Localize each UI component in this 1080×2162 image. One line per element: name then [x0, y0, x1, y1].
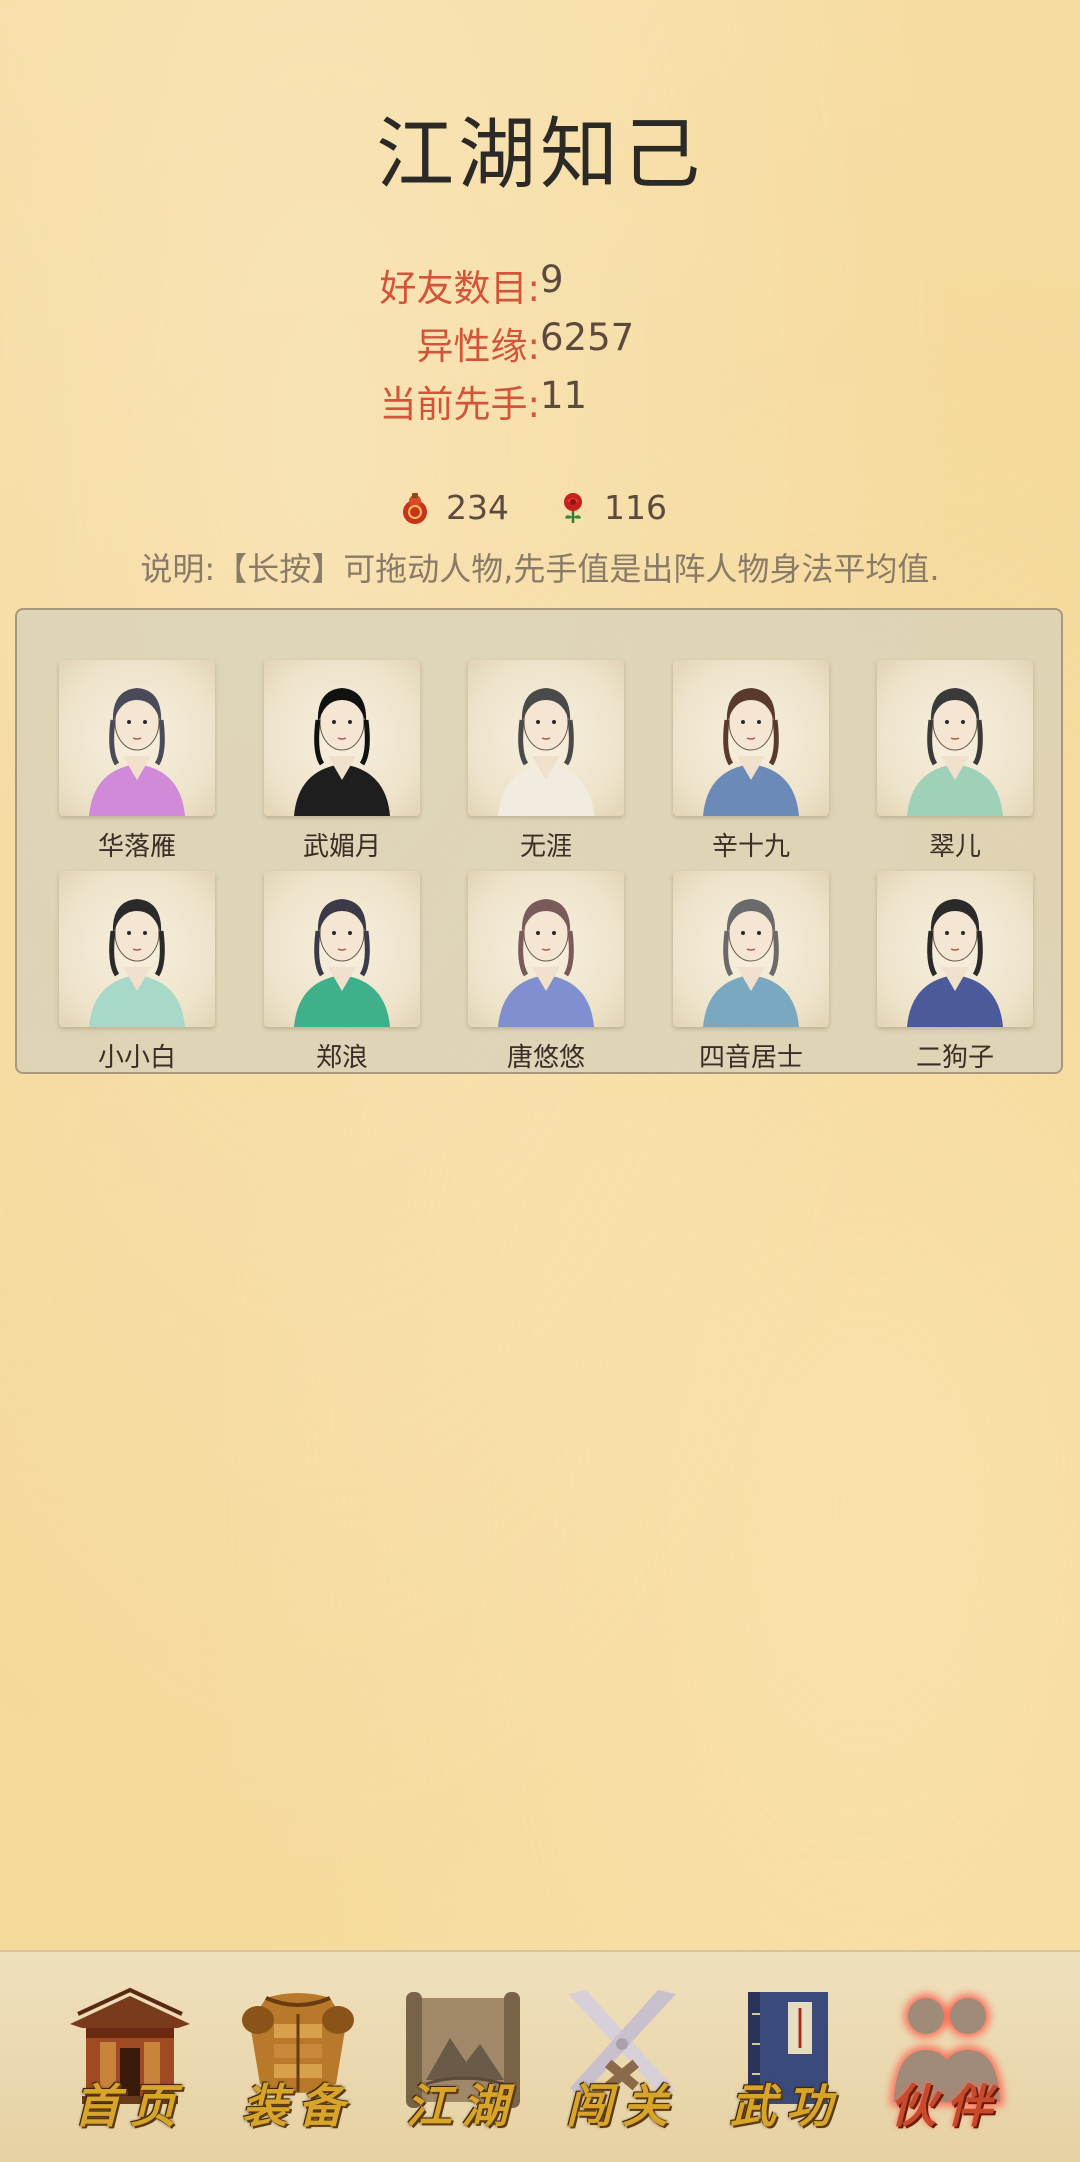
- companion-card[interactable]: 郑浪: [257, 871, 427, 1074]
- stat-value: 9: [540, 258, 564, 301]
- bottom-nav: 首页 装备 江湖 闯关 武功 伙伴: [0, 1950, 1080, 2162]
- companion-portrait: [468, 660, 624, 816]
- page-title: 江湖知己: [375, 110, 704, 200]
- companion-card[interactable]: 无涯: [461, 660, 631, 863]
- companion-name: 四音居士: [698, 1043, 803, 1073]
- currency-bar: 234 116: [0, 488, 1080, 538]
- companion-portrait: [673, 871, 829, 1027]
- companion-portrait: [59, 871, 215, 1027]
- companion-card[interactable]: 华落雁: [52, 660, 222, 863]
- nav-home[interactable]: 首页: [60, 1984, 200, 2134]
- nav-companions[interactable]: 伙伴: [876, 1984, 1016, 2134]
- stat-affinity: 异性缘: 6257: [0, 316, 1080, 372]
- portrait-image: [703, 688, 799, 816]
- nav-label: 武功: [730, 2079, 842, 2133]
- currency-gourd: 234: [398, 488, 509, 527]
- companion-portrait: [673, 660, 829, 816]
- stat-label: 异性缘:: [416, 325, 540, 368]
- portrait-image: [703, 899, 799, 1027]
- companion-name: 翠儿: [928, 832, 981, 862]
- stat-label: 好友数目:: [379, 267, 540, 310]
- portrait-image: [907, 899, 1003, 1027]
- portrait-image: [498, 688, 594, 816]
- nav-label: 首页: [74, 2079, 186, 2133]
- companion-card[interactable]: 武媚月: [257, 660, 427, 863]
- nav-label: 伙伴: [890, 2079, 1002, 2133]
- companion-card[interactable]: 小小白: [52, 871, 222, 1074]
- nav-equipment[interactable]: 装备: [228, 1984, 368, 2134]
- currency-value: 116: [604, 488, 667, 527]
- gourd-icon: [403, 492, 427, 524]
- stat-initiative: 当前先手: 11: [0, 374, 1080, 430]
- currency-value: 234: [446, 488, 509, 527]
- companion-portrait: [468, 871, 624, 1027]
- companion-name: 郑浪: [315, 1043, 368, 1073]
- companion-portrait: [264, 871, 420, 1027]
- companion-card[interactable]: 辛十九: [666, 660, 836, 863]
- companion-portrait: [59, 660, 215, 816]
- nav-challenge[interactable]: 闯关: [552, 1984, 692, 2134]
- portrait-image: [89, 899, 185, 1027]
- nav-jianghu[interactable]: 江湖: [392, 1984, 532, 2134]
- companion-name: 小小白: [97, 1043, 176, 1073]
- stat-label: 当前先手:: [379, 383, 540, 426]
- instruction-note: 说明:【长按】可拖动人物,先手值是出阵人物身法平均值.: [140, 550, 940, 588]
- companion-name: 辛十九: [711, 832, 790, 862]
- portrait-image: [294, 688, 390, 816]
- nav-label: 装备: [242, 2079, 354, 2133]
- companion-card[interactable]: 四音居士: [666, 871, 836, 1074]
- companion-portrait: [877, 871, 1033, 1027]
- companion-card[interactable]: 二狗子: [870, 871, 1040, 1074]
- companion-name: 无涯: [519, 832, 572, 862]
- portrait-image: [294, 899, 390, 1027]
- currency-rose: 116: [556, 488, 667, 527]
- nav-label: 闯关: [566, 2079, 678, 2133]
- nav-label: 江湖: [406, 2079, 518, 2133]
- companion-card[interactable]: 唐悠悠: [461, 871, 631, 1074]
- companion-name: 华落雁: [97, 832, 176, 862]
- portrait-image: [498, 899, 594, 1027]
- companion-card[interactable]: 翠儿: [870, 660, 1040, 863]
- companion-name: 唐悠悠: [506, 1043, 585, 1073]
- companion-name: 武媚月: [302, 832, 381, 862]
- rose-icon: [564, 492, 582, 523]
- companion-name: 二狗子: [915, 1043, 994, 1073]
- portrait-image: [89, 688, 185, 816]
- stat-value: 11: [540, 374, 588, 417]
- stat-value: 6257: [540, 316, 635, 359]
- nav-martial-arts[interactable]: 武功: [716, 1984, 856, 2134]
- companion-portrait: [877, 660, 1033, 816]
- portrait-image: [907, 688, 1003, 816]
- stat-friends: 好友数目: 9: [0, 258, 1080, 314]
- companion-panel: 华落雁 武媚月 无涯 辛十九 翠儿小小白 郑浪 唐悠悠 四音居士 二狗子: [15, 608, 1063, 1074]
- companion-portrait: [264, 660, 420, 816]
